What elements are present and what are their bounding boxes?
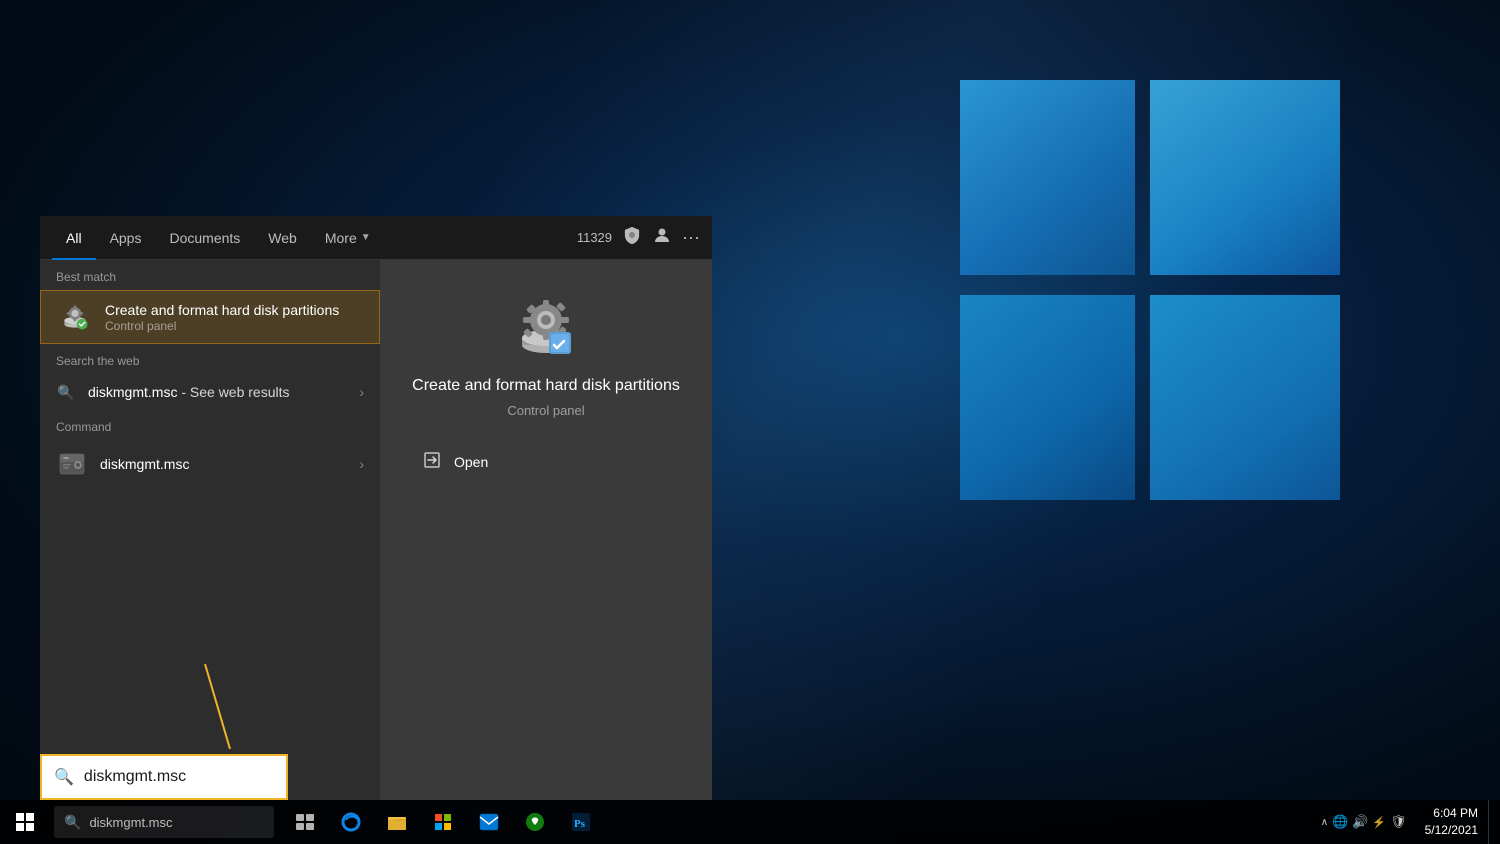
open-icon — [422, 452, 442, 472]
edge-browser-button[interactable] — [328, 800, 374, 844]
search-box-icon: 🔍 — [54, 767, 74, 787]
disk-mgmt-icon-large — [511, 290, 581, 360]
best-match-name: Create and format hard disk partitions — [105, 301, 363, 319]
show-desktop-button[interactable] — [1488, 800, 1492, 844]
tab-web[interactable]: Web — [254, 216, 311, 260]
chevron-right-icon: › — [359, 384, 364, 400]
svg-text:Ps: Ps — [574, 818, 586, 830]
best-match-item[interactable]: Create and format hard disk partitions C… — [40, 290, 380, 344]
disk-mgmt-icon-small — [57, 299, 93, 335]
chevron-down-icon: ▼ — [361, 232, 371, 243]
badge-count: 11329 — [577, 230, 612, 245]
network-icon[interactable]: 🌐 — [1332, 814, 1348, 830]
command-label: Command — [40, 410, 380, 440]
mail-button[interactable] — [466, 800, 512, 844]
clock-time: 6:04 PM — [1425, 805, 1478, 822]
store-button[interactable] — [420, 800, 466, 844]
system-tray: ∧ 🌐 🔊 ⚡ 🛡 — [1313, 814, 1415, 830]
more-icon[interactable]: ··· — [682, 227, 700, 248]
tray-overflow-icon[interactable]: ∧ — [1321, 817, 1328, 828]
tab-apps[interactable]: Apps — [96, 216, 156, 260]
taskbar-clock[interactable]: 6:04 PM 5/12/2021 — [1417, 805, 1486, 839]
shield-icon[interactable] — [622, 225, 642, 250]
search-web-label: Search the web — [40, 344, 380, 374]
cmd-disk-icon — [56, 448, 88, 480]
best-match-sub: Control panel — [105, 319, 363, 333]
windows-logo-decoration — [960, 80, 1340, 500]
photoshop-button[interactable]: Ps — [558, 800, 604, 844]
search-box[interactable]: 🔍 diskmgmt.msc — [40, 754, 288, 800]
tab-documents[interactable]: Documents — [155, 216, 254, 260]
command-name: diskmgmt.msc — [100, 456, 359, 472]
tab-more[interactable]: More ▼ — [311, 216, 385, 260]
volume-icon[interactable]: 🔊 — [1352, 814, 1368, 830]
start-button[interactable] — [0, 800, 50, 844]
taskbar-app-icons: Ps — [282, 800, 604, 844]
taskbar: 🔍 diskmgmt.msc — [0, 800, 1500, 844]
taskbar-search-text: diskmgmt.msc — [89, 815, 172, 830]
search-box-value: diskmgmt.msc — [84, 768, 186, 786]
start-menu-tabs: All Apps Documents Web More ▼ 11329 — [40, 216, 712, 260]
open-label: Open — [454, 454, 488, 470]
left-panel: Best match — [40, 260, 380, 800]
clock-date: 5/12/2021 — [1425, 822, 1478, 839]
best-match-label: Best match — [40, 260, 380, 290]
file-explorer-button[interactable] — [374, 800, 420, 844]
web-search-text: diskmgmt.msc - See web results — [88, 384, 359, 400]
detail-title: Create and format hard disk partitions — [412, 376, 680, 397]
chevron-right-icon-2: › — [359, 456, 364, 472]
start-menu-body: Best match — [40, 260, 712, 800]
search-icon: 🔍 — [56, 382, 76, 402]
right-panel: Create and format hard disk partitions C… — [380, 260, 712, 800]
open-action[interactable]: Open — [410, 442, 682, 482]
best-match-text: Create and format hard disk partitions C… — [105, 301, 363, 333]
taskbar-search[interactable]: 🔍 diskmgmt.msc — [54, 806, 274, 838]
user-icon[interactable] — [652, 225, 672, 250]
desktop: All Apps Documents Web More ▼ 11329 — [0, 0, 1500, 844]
command-item[interactable]: diskmgmt.msc › — [40, 440, 380, 488]
xbox-button[interactable] — [512, 800, 558, 844]
taskbar-search-icon: 🔍 — [64, 814, 81, 831]
task-view-button[interactable] — [282, 800, 328, 844]
web-search-item[interactable]: 🔍 diskmgmt.msc - See web results › — [40, 374, 380, 410]
defender-icon[interactable]: 🛡 — [1390, 814, 1407, 830]
tab-all[interactable]: All — [52, 216, 96, 260]
start-menu: All Apps Documents Web More ▼ 11329 — [40, 216, 712, 800]
search-box-container: 🔍 diskmgmt.msc — [40, 754, 288, 800]
taskbar-right: ∧ 🌐 🔊 ⚡ 🛡 6:04 PM 5/12/2021 — [1313, 800, 1500, 844]
detail-sub: Control panel — [507, 403, 584, 418]
battery-icon[interactable]: ⚡ — [1372, 816, 1386, 829]
detail-actions: Open — [400, 442, 692, 482]
